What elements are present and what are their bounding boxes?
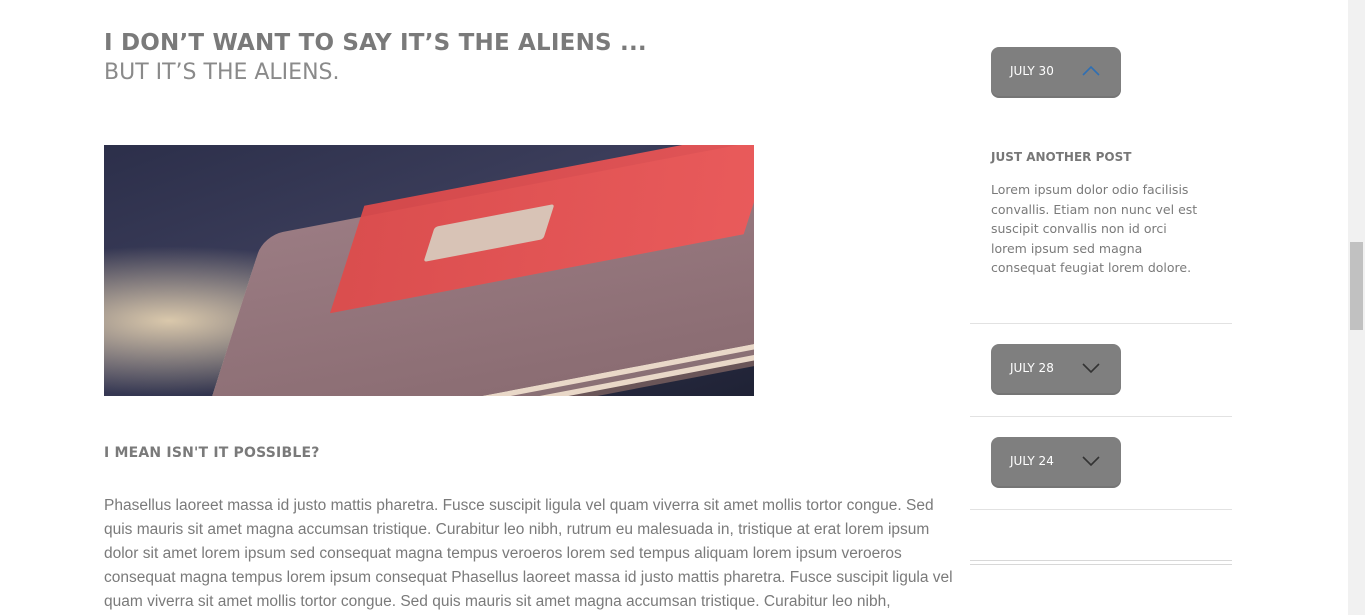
divider-double (970, 560, 1232, 565)
post-body-text: Phasellus laoreet massa id justo mattis … (104, 497, 953, 610)
scrollbar-thumb[interactable] (1350, 242, 1363, 330)
section-heading: I MEAN ISN'T IT POSSIBLE? (104, 445, 320, 461)
page-scrollbar[interactable] (1348, 0, 1365, 615)
divider (970, 509, 1232, 510)
chevron-up-icon (1082, 65, 1100, 76)
post-title: I DON’T WANT TO SAY IT’S THE ALIENS ... (104, 30, 647, 56)
post-featured-image (104, 145, 754, 396)
chevron-down-icon (1082, 456, 1100, 467)
archive-date-label: JULY 30 (1010, 64, 1054, 78)
archive-date-label: JULY 28 (1010, 361, 1054, 375)
sidebar-post-title[interactable]: JUST ANOTHER POST (991, 150, 1131, 164)
divider (970, 416, 1232, 417)
divider (970, 323, 1232, 324)
archive-date-label: JULY 24 (1010, 454, 1054, 468)
post-content: I DON’T WANT TO SAY IT’S THE ALIENS ... … (104, 28, 964, 610)
archive-toggle-july-30[interactable]: JULY 30 (991, 47, 1121, 98)
archive-toggle-july-28[interactable]: JULY 28 (991, 344, 1121, 395)
archive-toggle-july-24[interactable]: JULY 24 (991, 437, 1121, 488)
post-subtitle: BUT IT’S THE ALIENS. (104, 60, 340, 85)
chevron-down-icon (1082, 363, 1100, 374)
archive-sidebar: JULY 30 JUST ANOTHER POST Lorem ipsum do… (970, 0, 1232, 615)
sidebar-post-excerpt: Lorem ipsum dolor odio facilisis convall… (991, 182, 1198, 275)
